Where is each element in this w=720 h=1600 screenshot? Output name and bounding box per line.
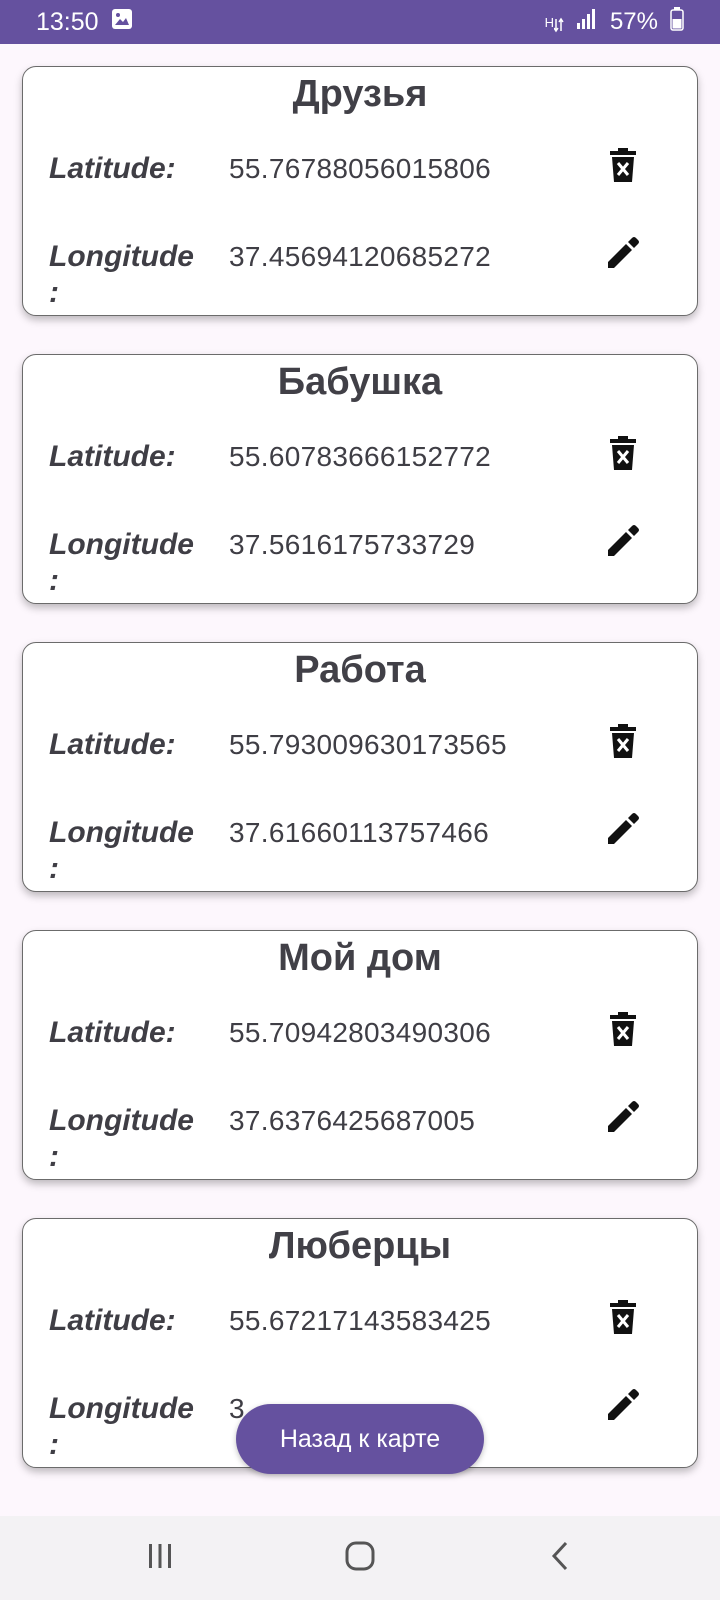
network-type-label: H xyxy=(544,14,554,30)
delete-icon xyxy=(609,1011,637,1051)
nav-recents-button[interactable] xyxy=(130,1538,190,1578)
place-card: Друзья Latitude: 55.76788056015806 Longi… xyxy=(22,66,698,316)
edit-button[interactable] xyxy=(599,1383,647,1431)
longitude-value: 37.45694120685272 xyxy=(229,241,492,272)
place-name: Бабушка xyxy=(277,361,443,403)
edit-pencil-icon xyxy=(606,1388,640,1427)
longitude-label-text: Longitude xyxy=(49,528,194,561)
delete-icon xyxy=(609,723,637,763)
battery-icon xyxy=(670,6,684,38)
system-nav-bar xyxy=(0,1516,720,1600)
delete-button[interactable] xyxy=(599,719,647,767)
delete-icon xyxy=(609,147,637,187)
back-icon xyxy=(548,1540,572,1577)
place-card: Бабушка Latitude: 55.60783666152772 Long… xyxy=(22,354,698,604)
longitude-value: 37.6376425687005 xyxy=(229,1105,476,1136)
image-notification-icon xyxy=(111,8,133,37)
back-to-map-button[interactable]: Назад к карте xyxy=(236,1404,484,1474)
longitude-label-colon: : xyxy=(49,1140,59,1173)
place-name: Работа xyxy=(294,649,426,691)
home-icon xyxy=(344,1540,376,1577)
latitude-value: 55.70942803490306 xyxy=(229,1017,492,1048)
recents-icon xyxy=(146,1542,174,1575)
places-list[interactable]: Друзья Latitude: 55.76788056015806 Longi… xyxy=(0,44,720,1516)
latitude-value: 55.67217143583425 xyxy=(229,1305,492,1336)
longitude-label: Longitude: xyxy=(49,239,199,311)
latitude-value: 55.60783666152772 xyxy=(229,441,492,472)
longitude-label: Longitude: xyxy=(49,1391,199,1463)
nav-back-button[interactable] xyxy=(530,1538,590,1578)
delete-button[interactable] xyxy=(599,1295,647,1343)
edit-button[interactable] xyxy=(599,231,647,279)
status-bar: 13:50 H 57% xyxy=(0,0,720,44)
place-card: Работа Latitude: 55.793009630173565 Long… xyxy=(22,642,698,892)
latitude-label: Latitude: xyxy=(49,728,176,761)
status-time: 13:50 xyxy=(36,7,99,36)
latitude-label: Latitude: xyxy=(49,1016,176,1049)
place-name: Друзья xyxy=(292,73,428,115)
edit-button[interactable] xyxy=(599,1095,647,1143)
nav-home-button[interactable] xyxy=(330,1538,390,1578)
longitude-label: Longitude: xyxy=(49,1103,199,1175)
longitude-value: 37.5616175733729 xyxy=(229,529,476,560)
delete-button[interactable] xyxy=(599,1007,647,1055)
longitude-label-text: Longitude xyxy=(49,1104,194,1137)
delete-icon xyxy=(609,1299,637,1339)
longitude-value: 37.61660113757466 xyxy=(229,817,489,848)
edit-pencil-icon xyxy=(606,236,640,275)
longitude-label: Longitude: xyxy=(49,527,199,599)
longitude-label-colon: : xyxy=(49,564,59,597)
edit-pencil-icon xyxy=(606,812,640,851)
edit-button[interactable] xyxy=(599,519,647,567)
latitude-value: 55.76788056015806 xyxy=(229,153,492,184)
delete-icon xyxy=(609,435,637,475)
place-name: Мой дом xyxy=(278,937,442,979)
battery-percent: 57% xyxy=(609,8,658,35)
signal-icon xyxy=(576,8,598,37)
longitude-label: Longitude: xyxy=(49,815,199,887)
longitude-label-colon: : xyxy=(49,276,59,309)
latitude-label: Latitude: xyxy=(49,1304,176,1337)
longitude-label-text: Longitude xyxy=(49,1392,194,1425)
delete-button[interactable] xyxy=(599,143,647,191)
longitude-label-text: Longitude xyxy=(49,816,194,849)
latitude-label: Latitude: xyxy=(49,440,176,473)
place-name: Люберцы xyxy=(268,1225,452,1267)
place-card: Мой дом Latitude: 55.70942803490306 Long… xyxy=(22,930,698,1180)
latitude-value: 55.793009630173565 xyxy=(229,729,507,760)
edit-button[interactable] xyxy=(599,807,647,855)
edit-pencil-icon xyxy=(606,524,640,563)
longitude-label-colon: : xyxy=(49,1428,59,1461)
latitude-label: Latitude: xyxy=(49,152,176,185)
longitude-label-colon: : xyxy=(49,852,59,885)
edit-pencil-icon xyxy=(606,1100,640,1139)
delete-button[interactable] xyxy=(599,431,647,479)
longitude-label-text: Longitude xyxy=(49,240,194,273)
network-type-icon: H xyxy=(545,11,564,33)
